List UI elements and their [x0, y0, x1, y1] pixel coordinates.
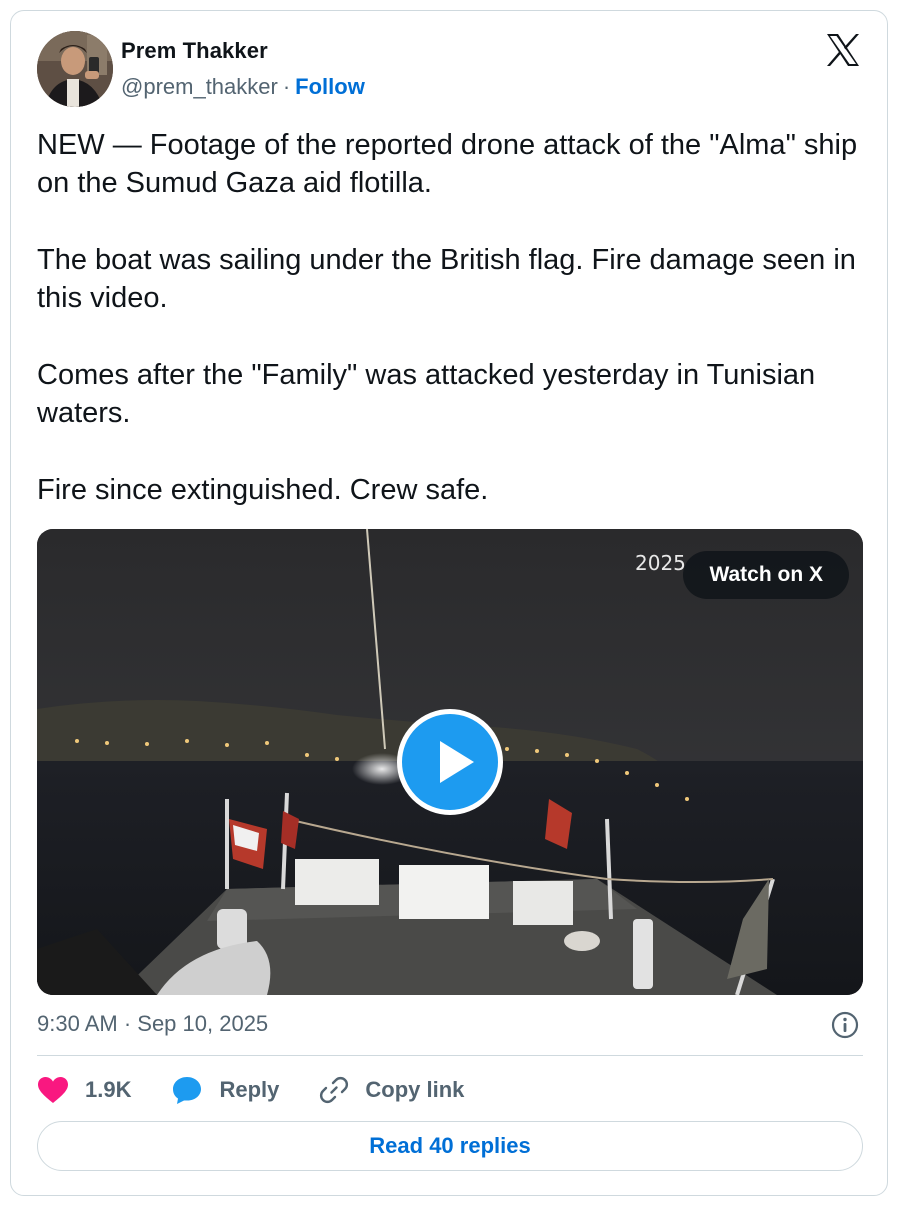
user-avatar [37, 31, 113, 107]
tweet-paragraph: NEW — Footage of the reported drone atta… [37, 129, 858, 199]
tweet-paragraph: Comes after the "Family" was attacked ye… [37, 359, 816, 429]
avatar[interactable] [37, 31, 113, 107]
action-bar: 1.9K Reply Copy link [37, 1073, 504, 1107]
like-count: 1.9K [85, 1077, 132, 1102]
author-display-name[interactable]: Prem Thakker [121, 38, 268, 64]
read-replies-button[interactable]: Read 40 replies [37, 1121, 863, 1171]
link-icon [320, 1076, 349, 1104]
reply-bubble-icon [173, 1077, 202, 1104]
divider [37, 1055, 863, 1056]
watch-on-x-button[interactable]: Watch on X [683, 551, 849, 599]
copy-link-button[interactable]: Copy link [319, 1075, 464, 1105]
copy-link-label: Copy link [365, 1077, 465, 1102]
tweet-text: NEW — Footage of the reported drone atta… [37, 126, 867, 548]
tweet-card: Prem Thakker @prem_thakker · Follow NEW — … [10, 10, 888, 1196]
video-player[interactable]: 2025 Watch on X [37, 529, 863, 995]
reply-label: Reply [219, 1077, 280, 1102]
tweet-paragraph: Fire since extinguished. Crew safe. [37, 474, 489, 506]
tweet-paragraph: The boat was sailing under the British f… [37, 244, 856, 314]
info-icon[interactable] [831, 1011, 859, 1039]
video-timestamp-overlay: 2025 [635, 551, 686, 575]
author-handle-row: @prem_thakker · Follow [121, 74, 365, 100]
separator-dot: · [282, 74, 291, 99]
like-button[interactable]: 1.9K [37, 1076, 131, 1104]
reply-button[interactable]: Reply [171, 1075, 279, 1105]
author-handle[interactable]: @prem_thakker [121, 74, 278, 99]
heart-icon [38, 1077, 68, 1103]
x-logo-icon[interactable] [825, 33, 861, 67]
play-icon [440, 741, 474, 783]
play-button[interactable] [397, 709, 503, 815]
tweet-timestamp[interactable]: 9:30 AM · Sep 10, 2025 [37, 1011, 268, 1037]
follow-button[interactable]: Follow [295, 74, 365, 99]
